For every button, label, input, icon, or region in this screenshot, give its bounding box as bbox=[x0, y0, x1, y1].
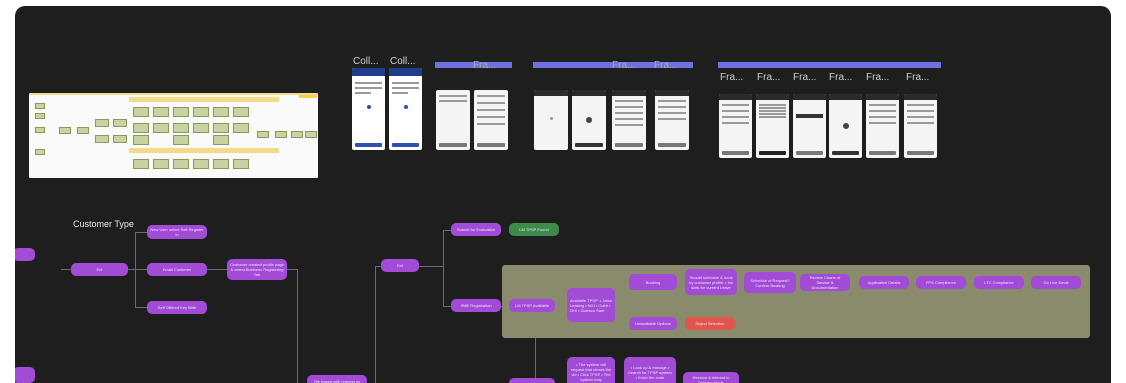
flow-node[interactable]: Application Details bbox=[859, 276, 909, 289]
flow-node[interactable] bbox=[509, 378, 555, 383]
frame-screen[interactable] bbox=[352, 68, 385, 150]
customer-type-label: Customer Type bbox=[73, 219, 134, 229]
flow-node[interactable]: LTC Compliance bbox=[974, 276, 1024, 289]
flow-node[interactable]: Receive & interest in Delivery Mode bbox=[683, 372, 739, 383]
flow-node[interactable]: • Look up & manage • Search for TPSP sys… bbox=[624, 357, 676, 383]
frame-screen[interactable] bbox=[572, 90, 606, 150]
frame-screen[interactable] bbox=[756, 94, 789, 158]
frame-label-fra-5: Fra... bbox=[866, 72, 890, 83]
flow-node-error[interactable]: Reject Selection bbox=[685, 317, 735, 330]
section-header[interactable] bbox=[718, 62, 941, 68]
frame-screen[interactable] bbox=[612, 90, 646, 150]
frame-label-fra-3: Fra... bbox=[793, 72, 817, 83]
frame-label-fra-c: Fra... bbox=[654, 60, 678, 71]
flow-node[interactable]: Ent bbox=[71, 263, 128, 276]
frame-screen[interactable] bbox=[719, 94, 752, 158]
flow-node[interactable]: New User select Self Register in bbox=[147, 225, 207, 239]
frame-screen[interactable] bbox=[534, 90, 568, 150]
flow-node[interactable]: FPS Compliance bbox=[916, 276, 966, 289]
flow-node[interactable]: Review Charts of Service & Documentation bbox=[800, 274, 850, 291]
flow-node[interactable]: Go Live Email bbox=[1031, 276, 1081, 289]
flow-node[interactable]: Customer created profile page & select B… bbox=[227, 259, 287, 280]
flow-node[interactable]: Email Customer bbox=[147, 263, 207, 276]
frame-label-fra-2: Fra... bbox=[757, 72, 781, 83]
flow-node[interactable]: Submit for Evaluation bbox=[451, 223, 501, 236]
flow-node[interactable]: SME Registration bbox=[451, 299, 501, 312]
flow-node[interactable] bbox=[15, 248, 35, 261]
flow-node[interactable]: Available TPSP: • Jaisa Leasing • NGI • … bbox=[567, 288, 615, 322]
flow-node[interactable]: Unavailable Options bbox=[629, 317, 677, 330]
frame-label-coll-1: Coll... bbox=[353, 56, 379, 67]
frame-screen[interactable] bbox=[793, 94, 826, 158]
flow-map-thumbnail[interactable] bbox=[29, 93, 318, 178]
frame-screen[interactable] bbox=[655, 90, 689, 150]
flow-node[interactable]: Ent bbox=[381, 259, 419, 272]
frame-label-coll-2: Coll... bbox=[390, 56, 416, 67]
frame-screen[interactable] bbox=[436, 90, 470, 150]
frame-screen[interactable] bbox=[389, 68, 422, 150]
frame-label-fra-6: Fra... bbox=[906, 72, 930, 83]
flow-node[interactable]: LM TPSP Available bbox=[509, 299, 555, 312]
frame-label-fra-b: Fra... bbox=[612, 60, 636, 71]
frame-screen[interactable] bbox=[904, 94, 937, 158]
flow-node[interactable]: Self Offered Key With bbox=[147, 301, 207, 314]
flow-node-success[interactable]: LM TPSP Found bbox=[509, 223, 559, 236]
flow-node[interactable]: Schedule of Request? Confirm Booking bbox=[744, 272, 796, 293]
flow-node[interactable]: Tile based with request on bbox=[307, 375, 367, 383]
figma-canvas[interactable]: Coll... Coll... Fra... Fra... Fra... Fra… bbox=[15, 6, 1111, 383]
frame-label-fra-a: Fra... bbox=[473, 60, 497, 71]
flow-node[interactable] bbox=[15, 367, 35, 383]
frame-label-fra-4: Fra... bbox=[829, 72, 853, 83]
frame-screen[interactable] bbox=[474, 90, 508, 150]
flow-node[interactable]: • The system will request that shows the… bbox=[567, 357, 615, 383]
frame-label-fra-1: Fra... bbox=[720, 72, 744, 83]
flow-node[interactable]: Booking bbox=[629, 274, 677, 290]
frame-screen[interactable] bbox=[829, 94, 862, 158]
flow-node[interactable]: Should schedule & book by customer profi… bbox=[685, 269, 737, 295]
frame-screen[interactable] bbox=[866, 94, 899, 158]
